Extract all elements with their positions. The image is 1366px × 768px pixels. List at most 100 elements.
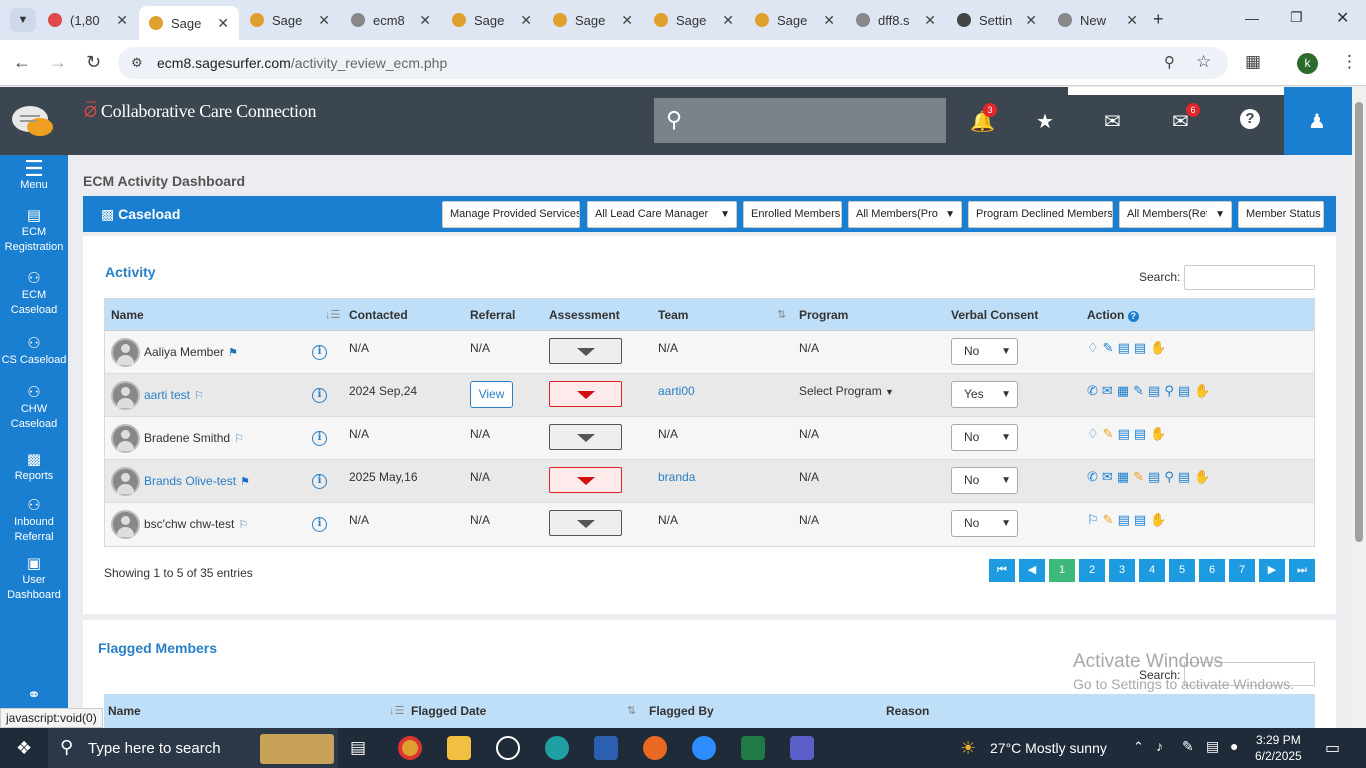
- tab-close-icon[interactable]: ✕: [217, 15, 229, 32]
- word-icon[interactable]: [594, 736, 618, 760]
- browser-tab[interactable]: Settin ✕: [947, 6, 1047, 34]
- assessment-dropdown[interactable]: [549, 467, 622, 493]
- excel-icon[interactable]: [741, 736, 765, 760]
- browser-tab[interactable]: Sage ✕: [644, 6, 744, 34]
- notifications-icon[interactable]: ▭: [1325, 738, 1340, 758]
- member-name[interactable]: aarti test ⚐: [144, 388, 204, 402]
- flag-icon[interactable]: ⚑: [228, 347, 238, 359]
- row-actions[interactable]: ♢✎▤▤✋: [1087, 426, 1170, 442]
- team-link[interactable]: branda: [658, 470, 695, 484]
- sidebar-item-reports[interactable]: ▩ Reports: [0, 452, 68, 484]
- view-referral-button[interactable]: View: [470, 381, 513, 408]
- sidebar-item-user-dashboard[interactable]: ▣ User Dashboard: [0, 556, 68, 603]
- browser-menu-icon[interactable]: ⋮: [1341, 52, 1358, 72]
- col-flagged-by[interactable]: Flagged By: [649, 704, 714, 718]
- sort-icon[interactable]: ⇅: [627, 704, 636, 717]
- info-icon[interactable]: i: [312, 474, 327, 489]
- activity-search-input[interactable]: [1184, 265, 1315, 290]
- page-button-5[interactable]: 5: [1169, 559, 1195, 582]
- page-button-3[interactable]: 3: [1109, 559, 1135, 582]
- zoom-icon[interactable]: ⚲: [1164, 53, 1175, 71]
- tab-close-icon[interactable]: ✕: [116, 12, 128, 29]
- back-icon[interactable]: ←: [13, 52, 31, 73]
- member-status-button[interactable]: Member Status: [1238, 201, 1324, 228]
- program-select[interactable]: Select Program ▼: [799, 384, 894, 398]
- chat-icon[interactable]: ✉: [1104, 109, 1121, 134]
- prev-page-button[interactable]: ◀: [1019, 559, 1045, 582]
- verbal-consent-select[interactable]: No ▼: [951, 424, 1018, 451]
- windows-start-icon[interactable]: ❖: [16, 738, 32, 759]
- browser-tab[interactable]: dff8.s ✕: [846, 6, 946, 34]
- bookmark-star-icon[interactable]: ☆: [1196, 52, 1211, 72]
- reload-icon[interactable]: ↻: [86, 52, 101, 73]
- sidebar-item-chw-caseload[interactable]: ⚇ CHW Caseload: [0, 385, 68, 432]
- member-name[interactable]: Brands Olive-test ⚑: [144, 474, 250, 488]
- col-name[interactable]: Name: [108, 704, 141, 718]
- browser-tab[interactable]: Sage ✕: [543, 6, 643, 34]
- row-actions[interactable]: ⚐✎▤▤✋: [1087, 512, 1170, 528]
- url-input[interactable]: ⚙ ecm8.sagesurfer.com/activity_review_ec…: [118, 47, 1228, 79]
- assessment-dropdown[interactable]: [549, 381, 622, 407]
- task-view-icon[interactable]: ▤: [350, 738, 366, 758]
- col-assessment[interactable]: Assessment: [549, 308, 620, 322]
- tab-close-icon[interactable]: ✕: [419, 12, 431, 29]
- all-members-program-select[interactable]: All Members(Program▼: [848, 201, 962, 228]
- browser-tab[interactable]: Sage ✕: [240, 6, 340, 34]
- edge-icon[interactable]: [545, 736, 569, 760]
- info-icon[interactable]: i: [312, 517, 327, 532]
- col-flagged-date[interactable]: Flagged Date: [411, 704, 486, 718]
- forward-icon[interactable]: →: [49, 52, 67, 73]
- tab-close-icon[interactable]: ✕: [621, 12, 633, 29]
- media-player-icon[interactable]: [496, 736, 520, 760]
- tab-close-icon[interactable]: ✕: [722, 12, 734, 29]
- minimize-icon[interactable]: —: [1245, 10, 1259, 26]
- browser-tab[interactable]: New ✕: [1048, 6, 1148, 34]
- tab-close-icon[interactable]: ✕: [1126, 12, 1138, 29]
- firefox-icon[interactable]: [643, 736, 667, 760]
- row-actions[interactable]: ♢✎▤▤✋: [1087, 340, 1170, 356]
- next-page-button[interactable]: ▶: [1259, 559, 1285, 582]
- assessment-dropdown[interactable]: [549, 338, 622, 364]
- tab-close-icon[interactable]: ✕: [924, 12, 936, 29]
- taskbar-clock[interactable]: 3:29 PM 6/2/2025: [1255, 732, 1302, 764]
- tab-close-icon[interactable]: ✕: [823, 12, 835, 29]
- sort-icon[interactable]: ↓☰: [325, 308, 340, 321]
- flag-outline-icon[interactable]: ⚐: [194, 390, 204, 402]
- sidebar-item-ecm-caseload[interactable]: ⚇ ECM Caseload: [0, 271, 68, 318]
- zoom-icon[interactable]: [692, 736, 716, 760]
- tab-search-icon[interactable]: ▼: [10, 8, 36, 32]
- file-explorer-icon[interactable]: [447, 736, 471, 760]
- assessment-dropdown[interactable]: [549, 424, 622, 450]
- verbal-consent-select[interactable]: Yes ▼: [951, 381, 1018, 408]
- tab-close-icon[interactable]: ✕: [520, 12, 532, 29]
- lightbulb-icon[interactable]: ⚭: [0, 688, 68, 704]
- flag-outline-icon[interactable]: ⚐: [238, 519, 248, 531]
- sidebar-item-cs-caseload[interactable]: ⚇ CS Caseload: [0, 336, 68, 368]
- tab-close-icon[interactable]: ✕: [318, 12, 330, 29]
- user-menu[interactable]: ♟: [1284, 87, 1352, 155]
- profile-avatar[interactable]: k: [1297, 53, 1318, 74]
- app-icon[interactable]: [790, 736, 814, 760]
- header-search-input[interactable]: ⚲: [654, 98, 946, 143]
- close-window-icon[interactable]: ✕: [1336, 8, 1349, 28]
- row-actions[interactable]: ✆✉▦✎▤⚲▤✋: [1087, 383, 1214, 399]
- site-info-icon[interactable]: ⚙: [131, 55, 143, 71]
- page-button-7[interactable]: 7: [1229, 559, 1255, 582]
- pen-icon[interactable]: ✎: [1182, 738, 1194, 755]
- sort-icon[interactable]: ↓☰: [389, 704, 404, 717]
- page-button-6[interactable]: 6: [1199, 559, 1225, 582]
- sort-icon[interactable]: ⇅: [777, 308, 786, 321]
- network-icon[interactable]: ▤: [1206, 738, 1219, 755]
- row-actions[interactable]: ✆✉▦✎▤⚲▤✋: [1087, 469, 1214, 485]
- flag-outline-icon[interactable]: ⚐: [234, 433, 244, 445]
- taskbar-search[interactable]: ⚲ Type here to search: [48, 728, 338, 768]
- app-logo[interactable]: [0, 87, 68, 155]
- first-page-button[interactable]: ⏮: [989, 559, 1015, 582]
- info-icon[interactable]: i: [312, 431, 327, 446]
- last-page-button[interactable]: ⏭: [1289, 559, 1315, 582]
- col-program[interactable]: Program: [799, 308, 848, 322]
- microphone-icon[interactable]: ●: [1230, 738, 1238, 754]
- sidebar-item-ecm-registration[interactable]: ▤ ECM Registration: [0, 208, 68, 255]
- browser-tab[interactable]: ecm8 ✕: [341, 6, 441, 34]
- team-link[interactable]: aarti00: [658, 384, 695, 398]
